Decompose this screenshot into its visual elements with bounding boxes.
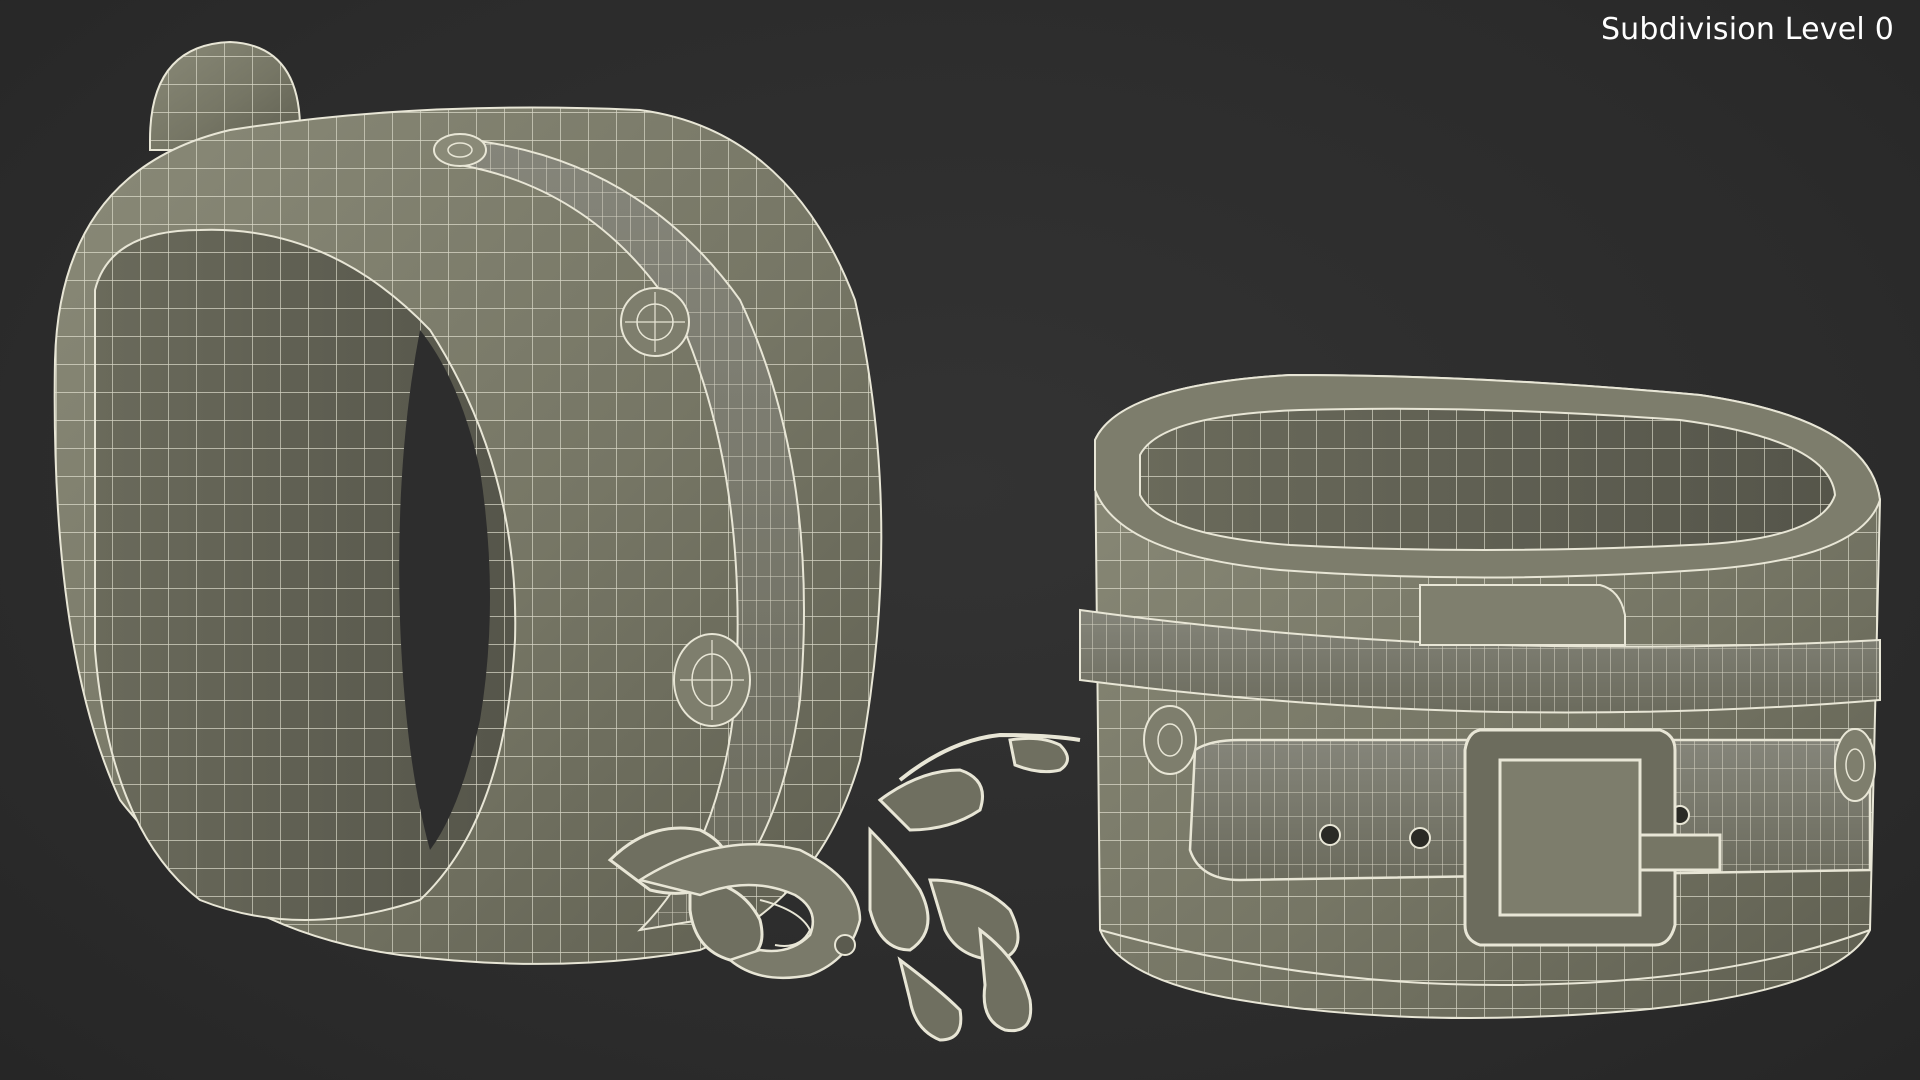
left-cuff-rivet <box>433 133 487 167</box>
right-cuff-rivet <box>1143 705 1197 775</box>
right-cuff <box>1079 373 1882 1019</box>
wireframe-render <box>53 40 1882 1042</box>
viewport: Subdivision Level 0 <box>0 0 1920 1080</box>
belt-hole <box>1319 824 1341 846</box>
right-cuff-strap-tongue <box>1419 584 1626 646</box>
left-cuff-rivet <box>673 633 751 727</box>
belt-hole <box>1409 827 1431 849</box>
left-cuff <box>53 40 883 965</box>
left-cuff-rivet <box>620 287 690 357</box>
right-cuff-rivet <box>1834 728 1876 802</box>
